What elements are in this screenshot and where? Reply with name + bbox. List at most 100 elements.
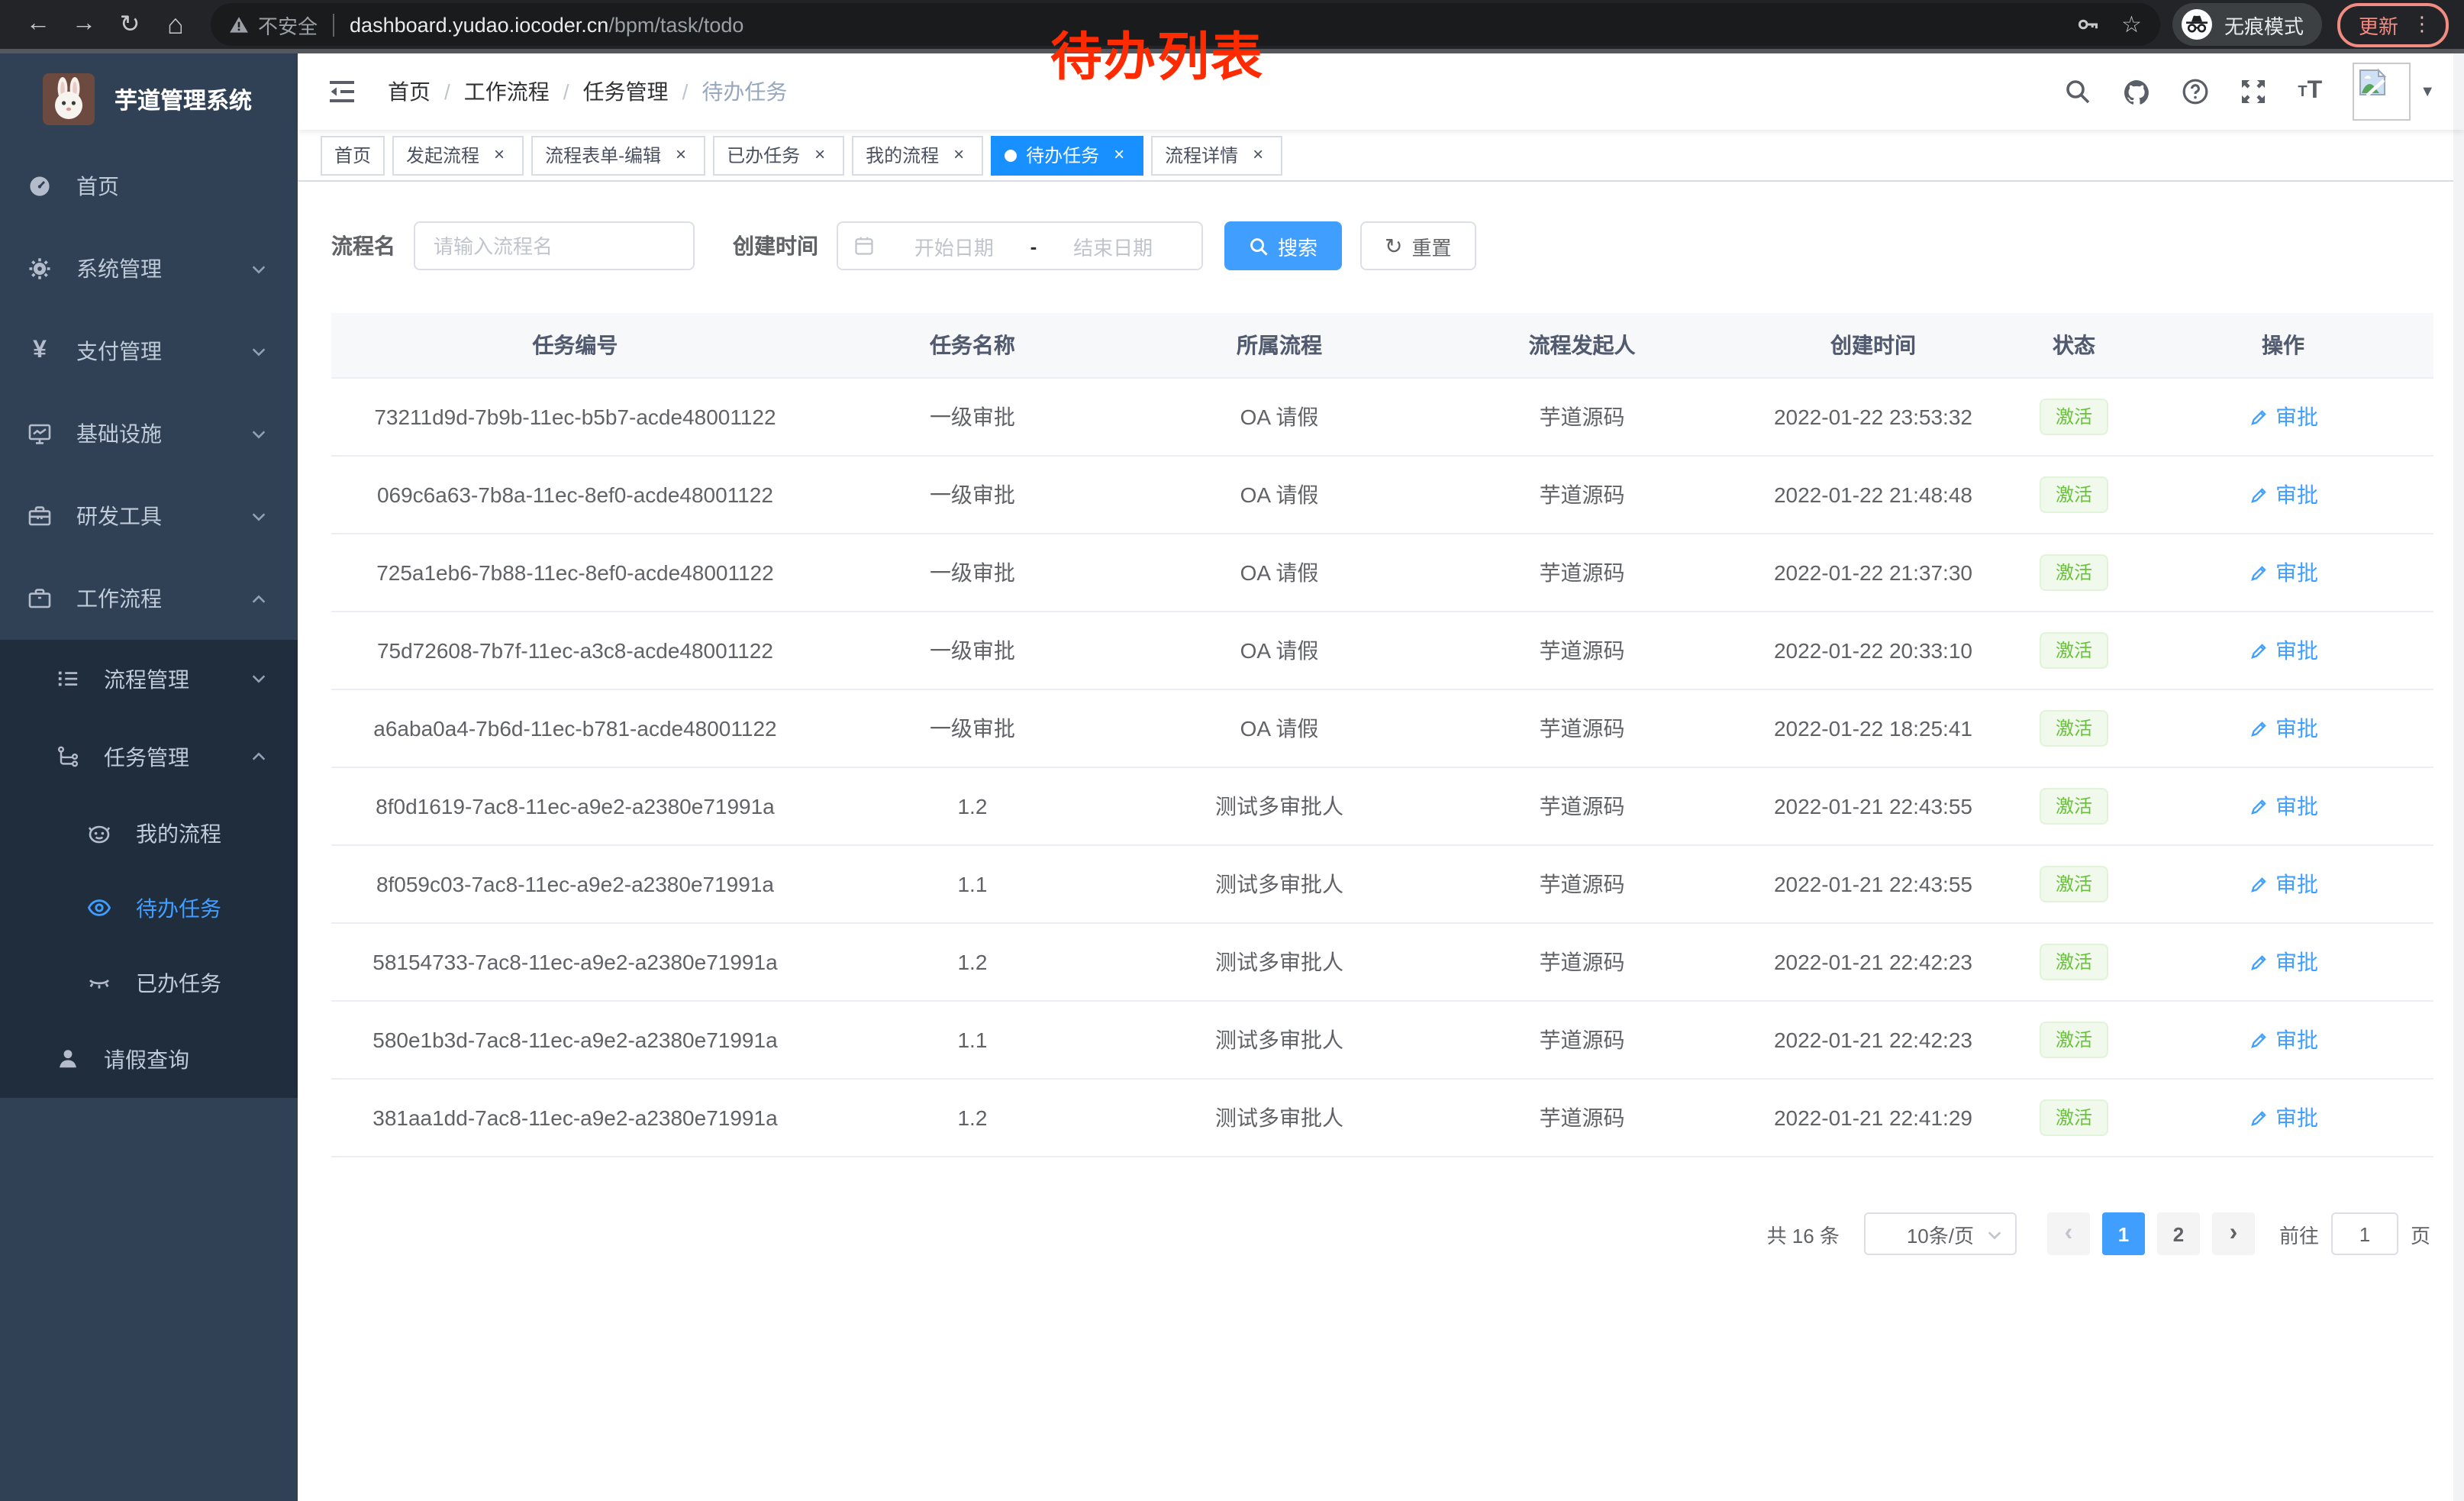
date-range-picker[interactable]: 开始日期 - 结束日期 — [837, 221, 1203, 270]
sidebar-logo[interactable]: 芋道管理系统 — [0, 53, 298, 145]
chevron-down-icon — [250, 508, 267, 525]
address-bar[interactable]: 不安全 dashboard.yudao.iocoder.cn /bpm/task… — [211, 3, 2160, 46]
next-page-button[interactable]: › — [2212, 1212, 2255, 1255]
table-row: a6aba0a4-7b6d-11ec-b781-acde48001122一级审批… — [331, 689, 2433, 767]
sidebar-item-todo-task[interactable]: 待办任务 — [0, 870, 298, 945]
tab-close-icon[interactable]: × — [1108, 144, 1130, 166]
sidebar-item-leave-query[interactable]: 请假查询 — [0, 1020, 298, 1098]
breadcrumb-workflow[interactable]: 工作流程 — [464, 76, 550, 107]
browser-home-icon[interactable]: ⌂ — [153, 8, 198, 40]
sidebar-item-my-process[interactable]: 我的流程 — [0, 796, 298, 870]
eye-closed-icon — [87, 970, 111, 996]
fullscreen-icon[interactable] — [2224, 78, 2282, 105]
tab-close-icon[interactable]: × — [1247, 144, 1269, 166]
tab-label: 流程详情 — [1165, 142, 1238, 168]
help-icon[interactable] — [2166, 78, 2224, 105]
cell-create-time: 2022-01-22 18:25:41 — [1731, 689, 2015, 767]
page-content: 流程名 创建时间 开始日期 - 结束日期 搜索 — [298, 182, 2464, 1501]
sidebar-label: 流程管理 — [104, 663, 250, 694]
approve-link[interactable]: 审批 — [2248, 557, 2318, 588]
page-scrollbar[interactable] — [2453, 53, 2464, 1501]
breadcrumb-home[interactable]: 首页 — [388, 76, 431, 107]
tab-4[interactable]: 已办任务× — [713, 135, 844, 175]
approve-link[interactable]: 审批 — [2248, 402, 2318, 432]
tab-3[interactable]: 流程表单-编辑× — [531, 135, 705, 175]
sidebar-item-task-mgmt[interactable]: 任务管理 — [0, 718, 298, 796]
tab-close-icon[interactable]: × — [809, 144, 830, 166]
incognito-badge: 无痕模式 — [2172, 3, 2322, 46]
browser-update-button[interactable]: 更新 ⋮ — [2337, 2, 2449, 47]
sidebar-item-infra[interactable]: 基础设施 — [0, 392, 298, 475]
tab-5[interactable]: 我的流程× — [852, 135, 983, 175]
avatar[interactable] — [2353, 63, 2411, 121]
cell-actions: 审批 — [2133, 1079, 2433, 1157]
tab-1[interactable]: 首页 — [321, 135, 385, 175]
tab-close-icon[interactable]: × — [489, 144, 510, 166]
tags-view: 首页发起流程×流程表单-编辑×已办任务×我的流程×待办任务× 流程详情 × — [298, 130, 2464, 182]
avatar-caret-icon[interactable]: ▼ — [2420, 83, 2435, 100]
active-tab-dot — [1005, 149, 1017, 161]
browser-forward-icon[interactable]: → — [61, 11, 107, 38]
breadcrumb-task-mgmt[interactable]: 任务管理 — [583, 76, 669, 107]
approve-link[interactable]: 审批 — [2248, 713, 2318, 744]
page-size-select[interactable]: 10条/页 — [1864, 1212, 2017, 1255]
password-key-icon[interactable] — [2075, 12, 2100, 37]
tab-2[interactable]: 发起流程× — [392, 135, 524, 175]
reset-button[interactable]: ↻ 重置 — [1360, 221, 1476, 270]
sidebar-item-workflow[interactable]: 工作流程 — [0, 557, 298, 640]
cell-starter: 芋道源码 — [1433, 1079, 1731, 1157]
approve-link-label: 审批 — [2275, 635, 2318, 666]
jump-suffix: 页 — [2411, 1219, 2430, 1248]
sidebar-item-process-mgmt[interactable]: 流程管理 — [0, 640, 298, 718]
navbar-tools: TT ▼ — [2049, 63, 2441, 121]
search-button[interactable]: 搜索 — [1224, 221, 1342, 270]
approve-link[interactable]: 审批 — [2248, 635, 2318, 666]
font-size-icon[interactable]: TT — [2282, 78, 2337, 105]
sidebar-label: 基础设施 — [76, 418, 250, 449]
cell-process: OA 请假 — [1126, 456, 1433, 534]
yen-icon: ¥ — [27, 337, 52, 365]
approve-link[interactable]: 审批 — [2248, 869, 2318, 899]
approve-link[interactable]: 审批 — [2248, 1025, 2318, 1055]
end-date-placeholder[interactable]: 结束日期 — [1040, 231, 1186, 260]
sidebar-collapse-icon[interactable] — [321, 70, 363, 113]
eye-icon — [87, 895, 111, 921]
cell-create-time: 2022-01-21 22:43:55 — [1731, 845, 2015, 923]
bookmark-star-icon[interactable]: ☆ — [2121, 11, 2142, 38]
cell-create-time: 2022-01-22 21:48:48 — [1731, 456, 2015, 534]
browser-reload-icon[interactable]: ↻ — [107, 9, 153, 40]
sidebar-item-system[interactable]: 系统管理 — [0, 228, 298, 310]
status-badge: 激活 — [2040, 1099, 2108, 1136]
sidebar-item-devtools[interactable]: 研发工具 — [0, 475, 298, 557]
cell-process: OA 请假 — [1126, 612, 1433, 689]
cell-starter: 芋道源码 — [1433, 534, 1731, 612]
table-row: 725a1eb6-7b88-11ec-8ef0-acde48001122一级审批… — [331, 534, 2433, 612]
sidebar-label: 系统管理 — [76, 253, 250, 284]
pagination: 共 16 条 10条/页 ‹ 1 2 › 前往 页 — [331, 1212, 2433, 1255]
tab-7[interactable]: 流程详情 × — [1151, 135, 1282, 175]
tab-6[interactable]: 待办任务× — [991, 135, 1143, 175]
github-icon[interactable] — [2107, 77, 2166, 106]
sidebar-item-payment[interactable]: ¥ 支付管理 — [0, 310, 298, 392]
prev-page-button[interactable]: ‹ — [2047, 1212, 2090, 1255]
start-date-placeholder[interactable]: 开始日期 — [881, 231, 1027, 260]
tab-close-icon[interactable]: × — [670, 144, 692, 166]
sidebar-item-home[interactable]: 首页 — [0, 145, 298, 228]
approve-link[interactable]: 审批 — [2248, 947, 2318, 977]
sidebar-item-done-task[interactable]: 已办任务 — [0, 945, 298, 1020]
jump-page-input[interactable] — [2331, 1212, 2398, 1255]
chevron-up-icon — [250, 748, 267, 765]
cell-create-time: 2022-01-21 22:42:23 — [1731, 1001, 2015, 1079]
browser-back-icon[interactable]: ← — [15, 11, 61, 38]
approve-link[interactable]: 审批 — [2248, 479, 2318, 510]
search-icon[interactable] — [2049, 78, 2107, 105]
browser-menu-icon[interactable]: ⋮ — [2408, 12, 2437, 37]
process-name-input[interactable] — [414, 221, 695, 270]
not-secure-warning-icon — [229, 15, 249, 34]
tab-close-icon[interactable]: × — [948, 144, 969, 166]
approve-link[interactable]: 审批 — [2248, 1102, 2318, 1133]
page-button-1[interactable]: 1 — [2102, 1212, 2145, 1255]
approve-link[interactable]: 审批 — [2248, 791, 2318, 822]
cell-create-time: 2022-01-22 20:33:10 — [1731, 612, 2015, 689]
page-button-2[interactable]: 2 — [2157, 1212, 2200, 1255]
